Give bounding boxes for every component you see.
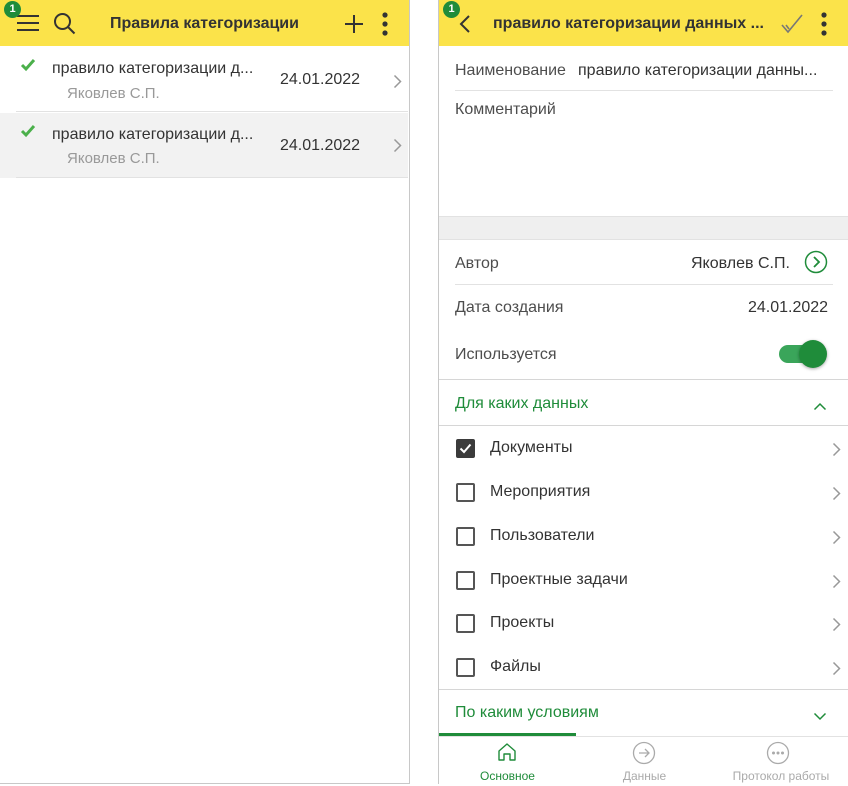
form-title: правило категоризации данных ... <box>493 15 764 32</box>
rules-list-panel: 1 Правила категоризации правило категори… <box>0 0 410 784</box>
created-value: 24.01.2022 <box>748 299 829 316</box>
option-events[interactable]: Мероприятия <box>439 470 848 514</box>
rule-date: 24.01.2022 <box>280 71 361 88</box>
tab-main[interactable]: Основное <box>439 737 576 784</box>
tab-label: Данные <box>622 769 667 783</box>
author-value[interactable]: Яковлев С.П. <box>691 255 790 273</box>
open-author-icon[interactable] <box>804 250 828 279</box>
checkbox[interactable] <box>456 527 475 546</box>
search-icon[interactable] <box>53 12 76 40</box>
chevron-up-icon <box>813 398 827 416</box>
option-label: Мероприятия <box>490 483 591 500</box>
tab-label: Основное <box>480 769 535 783</box>
back-icon[interactable] <box>459 14 471 39</box>
bottom-tabbar: Основное Данные Протокол работы <box>439 736 848 784</box>
chevron-right-icon <box>832 617 841 637</box>
comment-label: Комментарий <box>455 101 556 118</box>
checkmark-save-icon[interactable] <box>780 13 804 40</box>
option-label: Проектные задачи <box>490 571 628 588</box>
option-label: Пользователи <box>490 527 595 544</box>
check-icon <box>20 58 36 77</box>
name-field[interactable]: правило категоризации данны... <box>578 62 834 80</box>
option-files[interactable]: Файлы <box>439 645 848 689</box>
list-item[interactable]: правило категоризации д... Яковлев С.П. … <box>0 52 408 112</box>
checkbox[interactable] <box>456 658 475 677</box>
comment-field[interactable] <box>455 124 833 212</box>
chevron-right-icon <box>832 486 841 506</box>
chevron-right-icon <box>393 74 402 94</box>
section-data-header[interactable]: Для каких данных <box>439 381 848 427</box>
option-label: Проекты <box>490 614 555 631</box>
author-label: Автор <box>455 255 499 272</box>
checkbox[interactable] <box>456 483 475 502</box>
option-label: Документы <box>490 439 573 456</box>
menu-icon[interactable] <box>16 13 40 38</box>
used-toggle[interactable] <box>779 339 829 369</box>
tab-label: Протокол работы <box>732 769 830 783</box>
option-label: Файлы <box>490 658 541 675</box>
tab-data[interactable]: Данные <box>576 737 713 784</box>
home-icon <box>496 741 518 768</box>
rule-date: 24.01.2022 <box>280 137 361 154</box>
arrow-right-circle-icon <box>632 741 656 770</box>
check-icon <box>20 124 36 143</box>
more-vert-icon[interactable] <box>820 12 828 41</box>
checkbox[interactable] <box>456 439 475 458</box>
option-documents[interactable]: Документы <box>439 426 848 470</box>
option-project-tasks[interactable]: Проектные задачи <box>439 558 848 602</box>
name-label: Наименование <box>455 62 566 79</box>
section-divider <box>439 216 848 240</box>
section-data-title: Для каких данных <box>455 395 589 412</box>
list-title: Правила категоризации <box>110 15 299 32</box>
rule-name: правило категоризации д... <box>52 126 254 143</box>
chevron-right-icon <box>832 661 841 681</box>
rule-author: Яковлев С.П. <box>67 85 160 102</box>
option-users[interactable]: Пользователи <box>439 514 848 558</box>
chevron-right-icon <box>832 442 841 462</box>
checkbox[interactable] <box>456 614 475 633</box>
rule-author: Яковлев С.П. <box>67 150 160 167</box>
section-conditions-title: По каким условиям <box>455 704 599 721</box>
list-header: 1 Правила категоризации <box>0 0 409 46</box>
used-label: Используется <box>455 346 557 363</box>
section-conditions-header[interactable]: По каким условиям <box>439 690 848 734</box>
more-vert-icon[interactable] <box>381 12 389 41</box>
chevron-down-icon <box>813 708 827 726</box>
created-label: Дата создания <box>455 299 564 316</box>
notification-badge[interactable]: 1 <box>4 1 21 18</box>
tab-log[interactable]: Протокол работы <box>713 737 848 784</box>
option-projects[interactable]: Проекты <box>439 601 848 645</box>
checkbox[interactable] <box>456 571 475 590</box>
rule-name: правило категоризации д... <box>52 60 254 77</box>
form-header: 1 правило категоризации данных ... <box>439 0 848 46</box>
list-item[interactable]: правило категоризации д... Яковлев С.П. … <box>0 113 408 178</box>
chevron-right-icon <box>832 530 841 550</box>
rule-form-panel: 1 правило категоризации данных ... Наиме… <box>438 0 848 784</box>
notification-badge[interactable]: 1 <box>443 1 460 18</box>
more-horiz-circle-icon <box>766 741 790 770</box>
chevron-right-icon <box>393 138 402 158</box>
chevron-right-icon <box>832 574 841 594</box>
add-icon[interactable] <box>344 14 364 39</box>
